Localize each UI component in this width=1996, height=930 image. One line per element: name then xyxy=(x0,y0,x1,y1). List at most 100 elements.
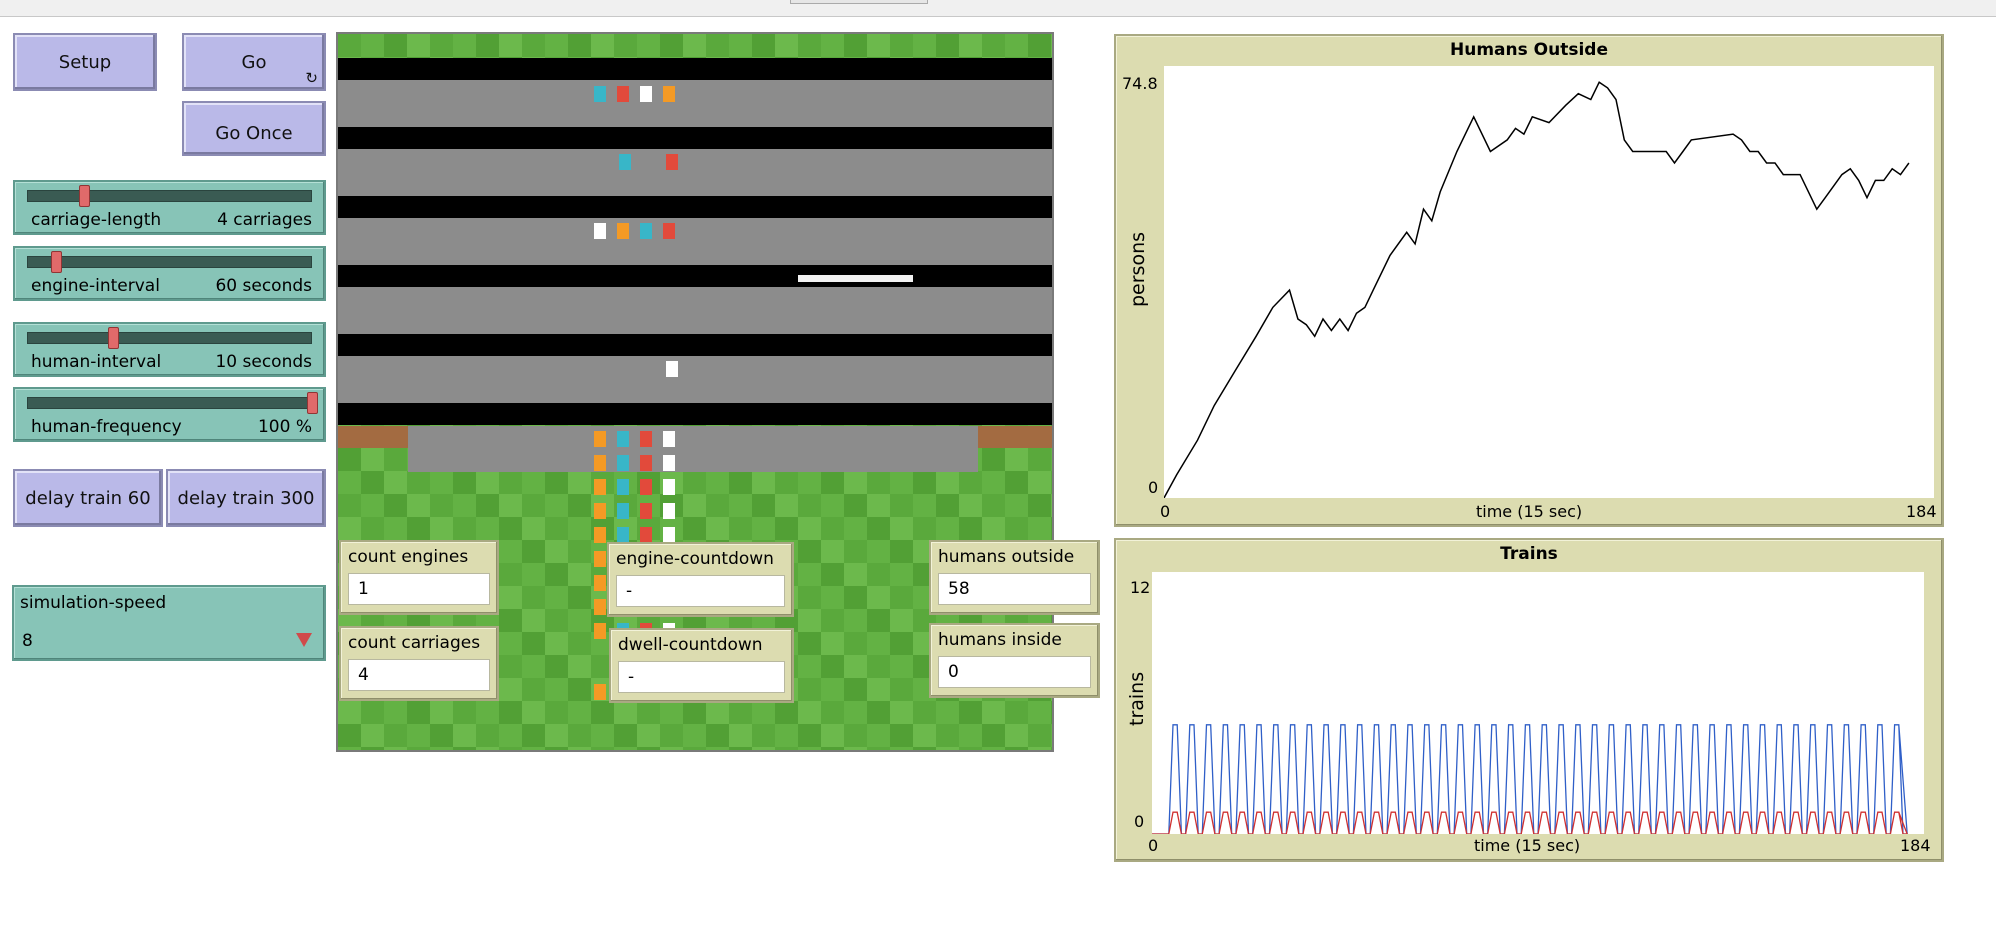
monitor-label: humans outside xyxy=(938,547,1075,567)
monitor-value: - xyxy=(618,661,785,693)
platform xyxy=(338,149,1052,196)
plot-ymin: 0 xyxy=(1134,812,1145,831)
person-icon xyxy=(640,86,652,102)
chooser-value: 8 xyxy=(22,631,33,651)
slider-carriage-length[interactable]: carriage-length 4 carriages xyxy=(13,180,326,235)
plot-lines xyxy=(1152,724,1909,835)
go-button-label: Go xyxy=(241,51,267,73)
slider-track[interactable] xyxy=(27,332,312,344)
person-icon xyxy=(663,86,675,102)
person-icon xyxy=(594,623,606,639)
person-icon xyxy=(594,527,606,543)
go-button[interactable]: Go ↻ xyxy=(182,33,326,91)
monitor-engine-countdown: engine-countdown - xyxy=(607,542,794,617)
slider-value: 4 carriages xyxy=(217,210,312,230)
plot-trains: Trains 12 0 0 184 time (15 sec) trains xyxy=(1114,538,1944,862)
slider-value: 10 seconds xyxy=(215,352,312,372)
slider-track[interactable] xyxy=(27,190,312,202)
slider-thumb[interactable] xyxy=(79,185,90,207)
plot-title: Trains xyxy=(1500,544,1558,564)
slider-human-frequency[interactable]: human-frequency 100 % xyxy=(13,387,326,442)
delay-train-300-button[interactable]: delay train 300 xyxy=(166,469,326,527)
person-icon xyxy=(663,455,675,471)
person-icon xyxy=(594,599,606,615)
plot-humans-outside: Humans Outside 74.8 0 0 184 time (15 sec… xyxy=(1114,34,1944,527)
slider-engine-interval[interactable]: engine-interval 60 seconds xyxy=(13,246,326,301)
track-line xyxy=(338,196,1052,218)
person-icon xyxy=(594,223,606,239)
monitor-value: 4 xyxy=(348,659,490,691)
monitor-value: 1 xyxy=(348,573,490,605)
monitor-dwell-countdown: dwell-countdown - xyxy=(609,628,794,703)
entrance-area xyxy=(408,426,978,472)
person-icon xyxy=(594,455,606,471)
slider-track[interactable] xyxy=(27,256,312,268)
chooser-label: simulation-speed xyxy=(20,593,167,613)
person-icon xyxy=(617,503,629,519)
plot-lines xyxy=(1163,81,1910,499)
top-toolbar xyxy=(0,0,1996,17)
forever-icon: ↻ xyxy=(305,69,318,87)
monitor-count-engines: count engines 1 xyxy=(339,540,499,615)
person-icon xyxy=(619,154,631,170)
toolbar-field[interactable] xyxy=(790,0,928,4)
plot-area xyxy=(1163,66,1934,499)
person-icon xyxy=(594,551,606,567)
platform xyxy=(338,218,1052,265)
monitor-label: count carriages xyxy=(348,633,481,653)
delay-train-60-button[interactable]: delay train 60 xyxy=(13,469,163,527)
slider-thumb[interactable] xyxy=(107,327,119,349)
person-icon xyxy=(663,527,675,543)
plot-ylabel: persons xyxy=(1127,231,1149,307)
person-icon xyxy=(640,223,652,239)
setup-button[interactable]: Setup xyxy=(13,33,157,91)
plot-xlabel: time (15 sec) xyxy=(1474,836,1581,855)
plot-area xyxy=(1152,572,1924,835)
slider-thumb[interactable] xyxy=(50,251,62,273)
person-icon xyxy=(663,479,675,495)
plot-xmin: 0 xyxy=(1148,836,1159,855)
monitor-label: count engines xyxy=(348,547,469,567)
monitor-label: humans inside xyxy=(938,630,1062,650)
monitor-value: 0 xyxy=(938,656,1091,688)
plot-ymax: 12 xyxy=(1130,578,1151,597)
plot-xmax: 184 xyxy=(1900,836,1931,855)
track-line xyxy=(338,127,1052,149)
slider-label: human-interval xyxy=(31,352,162,372)
simulation-speed-chooser[interactable]: simulation-speed 8 xyxy=(12,585,326,661)
track-line xyxy=(338,403,1052,425)
person-icon xyxy=(594,684,606,700)
person-icon xyxy=(617,223,629,239)
plot-xmin: 0 xyxy=(1160,502,1171,521)
slider-human-interval[interactable]: human-interval 10 seconds xyxy=(13,322,326,377)
monitor-humans-outside: humans outside 58 xyxy=(929,540,1100,615)
person-icon xyxy=(617,527,629,543)
slider-track[interactable] xyxy=(27,397,312,409)
plot-xmax: 184 xyxy=(1906,502,1937,521)
person-icon xyxy=(617,431,629,447)
plot-title: Humans Outside xyxy=(1450,40,1608,60)
person-icon xyxy=(594,503,606,519)
monitor-value: 58 xyxy=(938,573,1091,605)
person-icon xyxy=(666,361,678,377)
person-icon xyxy=(594,431,606,447)
plot-ymin: 0 xyxy=(1148,478,1159,497)
slider-label: human-frequency xyxy=(31,417,182,437)
slider-value: 100 % xyxy=(257,417,312,437)
go-once-button[interactable]: Go Once xyxy=(182,101,326,156)
monitor-label: dwell-countdown xyxy=(618,635,763,655)
dropdown-arrow-icon[interactable] xyxy=(296,633,312,647)
person-icon xyxy=(663,431,675,447)
train-icon xyxy=(798,275,913,282)
plot-ylabel: trains xyxy=(1126,671,1148,726)
person-icon xyxy=(663,223,675,239)
monitor-count-carriages: count carriages 4 xyxy=(339,626,499,701)
slider-thumb[interactable] xyxy=(307,392,318,414)
slider-value: 60 seconds xyxy=(215,276,312,296)
person-icon xyxy=(640,479,652,495)
person-icon xyxy=(594,86,606,102)
monitor-value: - xyxy=(616,575,785,607)
series-line xyxy=(1152,724,1908,835)
person-icon xyxy=(617,455,629,471)
monitor-humans-inside: humans inside 0 xyxy=(929,623,1100,698)
